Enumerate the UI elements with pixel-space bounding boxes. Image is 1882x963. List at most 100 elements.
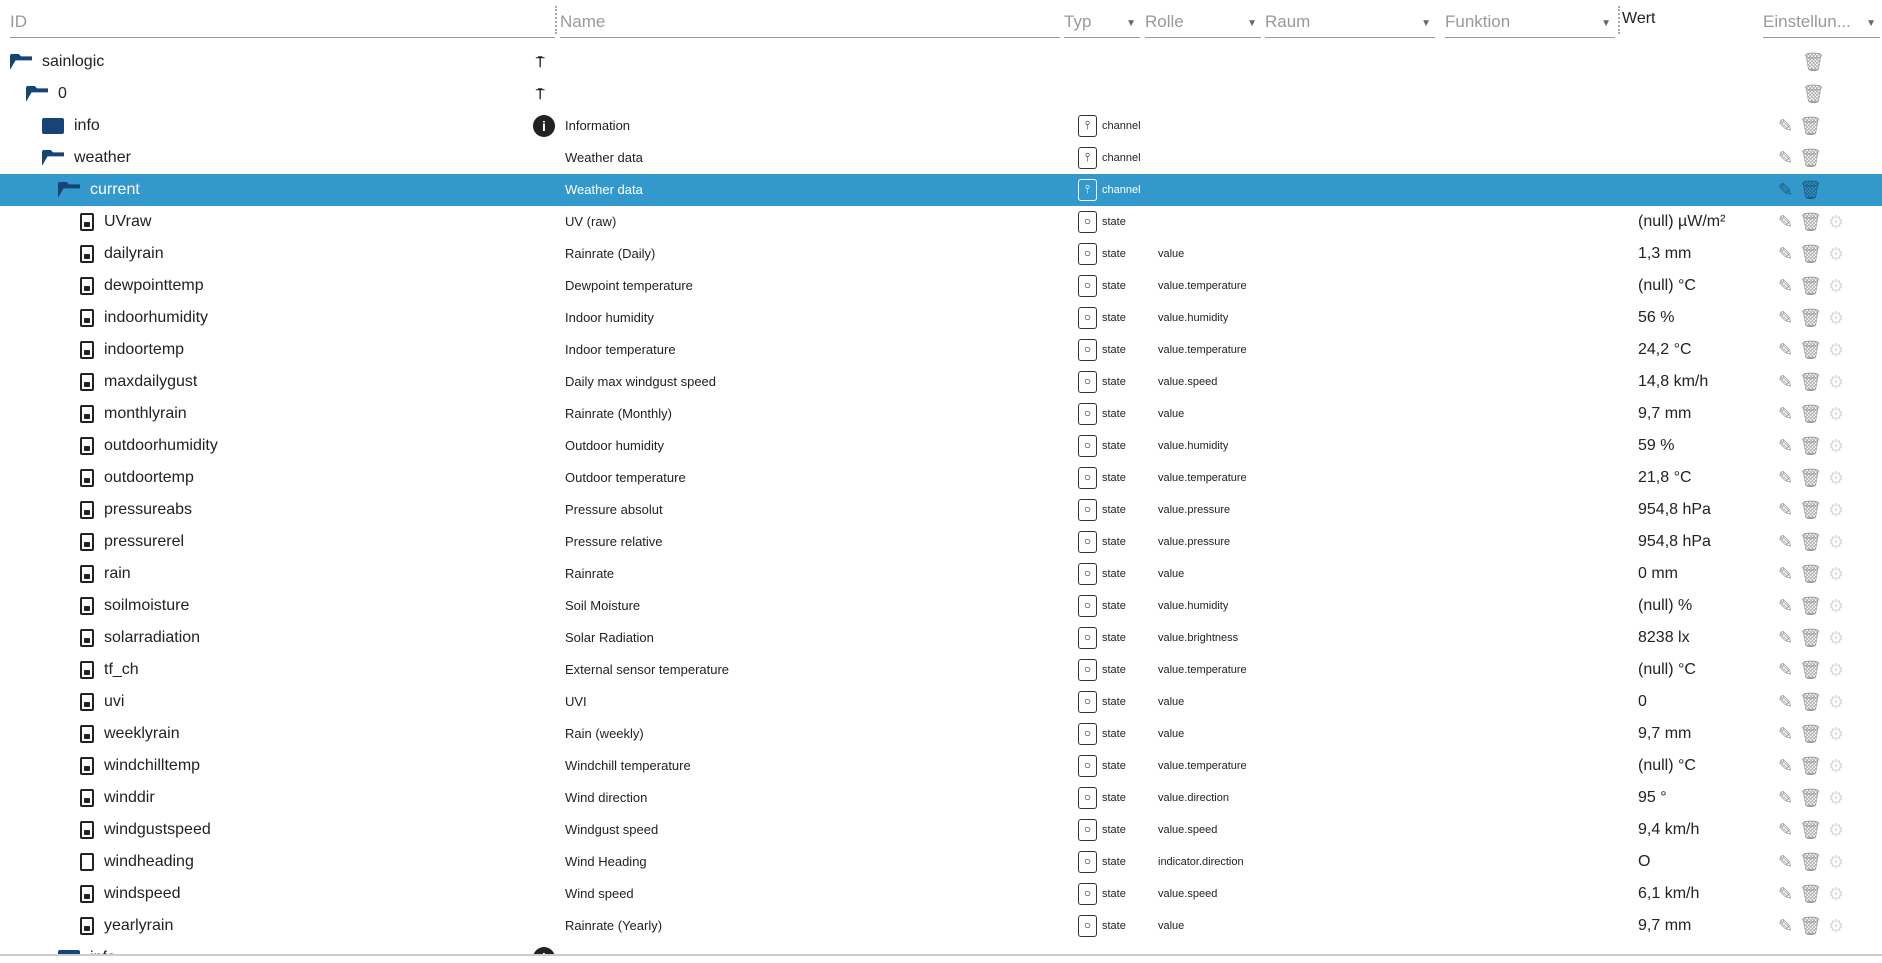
edit-pencil-icon[interactable]: ✎: [1778, 814, 1793, 846]
folder-open-icon[interactable]: [10, 54, 32, 70]
object-value[interactable]: 14,8 km/h: [1638, 366, 1708, 398]
state-row[interactable]: outdoortemp Outdoor temperature ○ state v…: [0, 462, 1882, 494]
delete-trash-icon[interactable]: 🗑: [1799, 142, 1822, 174]
state-row[interactable]: UVraw UV (raw) ○ state (null) µW/m² ✎ 🗑 ⚙: [0, 206, 1882, 238]
state-row[interactable]: dailyrain Rainrate (Daily) ○ state value …: [0, 238, 1882, 270]
gear-icon[interactable]: ⚙: [1828, 622, 1844, 654]
gear-icon[interactable]: ⚙: [1828, 526, 1844, 558]
delete-trash-icon[interactable]: 🗑: [1799, 270, 1822, 302]
tree-row-info[interactable]: info i Information ⫯ channel ✎ 🗑: [0, 110, 1882, 142]
folder-open-icon[interactable]: [26, 86, 48, 102]
object-value[interactable]: (null) µW/m²: [1638, 206, 1725, 238]
state-row[interactable]: windheading Wind Heading ○ state indicato…: [0, 846, 1882, 878]
delete-trash-icon[interactable]: 🗑: [1799, 654, 1822, 686]
delete-trash-icon[interactable]: 🗑: [1799, 846, 1822, 878]
gear-icon[interactable]: ⚙: [1828, 334, 1844, 366]
state-row[interactable]: indoorhumidity Indoor humidity ○ state va…: [0, 302, 1882, 334]
delete-trash-icon[interactable]: 🗑: [1799, 206, 1822, 238]
state-row[interactable]: rain Rainrate ○ state value 0 mm ✎ 🗑 ⚙: [0, 558, 1882, 590]
state-row[interactable]: windchilltemp Windchill temperature ○ sta…: [0, 750, 1882, 782]
edit-pencil-icon[interactable]: ✎: [1778, 686, 1793, 718]
edit-pencil-icon[interactable]: ✎: [1778, 238, 1793, 270]
object-value[interactable]: 9,7 mm: [1638, 910, 1691, 942]
delete-trash-icon[interactable]: 🗑: [1799, 526, 1822, 558]
delete-trash-icon[interactable]: 🗑: [1799, 590, 1822, 622]
funktion-filter-select[interactable]: Funktion ▼: [1445, 8, 1615, 38]
delete-trash-icon[interactable]: 🗑: [1799, 814, 1822, 846]
object-value[interactable]: 9,4 km/h: [1638, 814, 1699, 846]
state-row[interactable]: windspeed Wind speed ○ state value.speed …: [0, 878, 1882, 910]
tree-row-weather[interactable]: weather Weather data ⫯ channel ✎ 🗑: [0, 142, 1882, 174]
delete-trash-icon[interactable]: 🗑: [1799, 238, 1822, 270]
state-row[interactable]: uvi UVI ○ state value 0 ✎ 🗑 ⚙: [0, 686, 1882, 718]
delete-trash-icon[interactable]: 🗑: [1802, 46, 1825, 78]
state-row[interactable]: winddir Wind direction ○ state value.dire…: [0, 782, 1882, 814]
delete-trash-icon[interactable]: 🗑: [1799, 366, 1822, 398]
delete-trash-icon[interactable]: 🗑: [1799, 910, 1822, 942]
delete-trash-icon[interactable]: 🗑: [1802, 78, 1825, 110]
settings-filter-select[interactable]: Einstellun... ▼: [1763, 8, 1880, 38]
gear-icon[interactable]: ⚙: [1828, 366, 1844, 398]
gear-icon[interactable]: ⚙: [1828, 398, 1844, 430]
state-row[interactable]: dewpointtemp Dewpoint temperature ○ state…: [0, 270, 1882, 302]
edit-pencil-icon[interactable]: ✎: [1778, 366, 1793, 398]
edit-pencil-icon[interactable]: ✎: [1778, 558, 1793, 590]
state-row[interactable]: pressureabs Pressure absolut ○ state valu…: [0, 494, 1882, 526]
edit-pencil-icon[interactable]: ✎: [1778, 398, 1793, 430]
edit-pencil-icon[interactable]: ✎: [1778, 174, 1793, 206]
folder-open-icon[interactable]: [42, 150, 64, 166]
object-value[interactable]: 8238 lx: [1638, 622, 1690, 654]
state-row[interactable]: yearlyrain Rainrate (Yearly) ○ state valu…: [0, 910, 1882, 942]
gear-icon[interactable]: ⚙: [1828, 686, 1844, 718]
state-row[interactable]: pressurerel Pressure relative ○ state val…: [0, 526, 1882, 558]
edit-pencil-icon[interactable]: ✎: [1778, 270, 1793, 302]
edit-pencil-icon[interactable]: ✎: [1778, 590, 1793, 622]
edit-pencil-icon[interactable]: ✎: [1778, 622, 1793, 654]
state-row[interactable]: solarradiation Solar Radiation ○ state va…: [0, 622, 1882, 654]
delete-trash-icon[interactable]: 🗑: [1799, 718, 1822, 750]
state-row[interactable]: weeklyrain Rain (weekly) ○ state value 9,…: [0, 718, 1882, 750]
gear-icon[interactable]: ⚙: [1828, 718, 1844, 750]
delete-trash-icon[interactable]: 🗑: [1799, 494, 1822, 526]
object-value[interactable]: 954,8 hPa: [1638, 494, 1711, 526]
gear-icon[interactable]: ⚙: [1828, 206, 1844, 238]
object-value[interactable]: (null) °C: [1638, 270, 1696, 302]
state-row[interactable]: windgustspeed Windgust speed ○ state valu…: [0, 814, 1882, 846]
delete-trash-icon[interactable]: 🗑: [1799, 302, 1822, 334]
delete-trash-icon[interactable]: 🗑: [1799, 622, 1822, 654]
gear-icon[interactable]: ⚙: [1828, 430, 1844, 462]
gear-icon[interactable]: ⚙: [1828, 782, 1844, 814]
object-value[interactable]: 95 °: [1638, 782, 1667, 814]
delete-trash-icon[interactable]: 🗑: [1799, 558, 1822, 590]
gear-icon[interactable]: ⚙: [1828, 814, 1844, 846]
folder-open-icon[interactable]: [58, 182, 80, 198]
folder-icon[interactable]: [58, 950, 80, 954]
name-filter-input[interactable]: Name: [560, 8, 1060, 38]
object-value[interactable]: 954,8 hPa: [1638, 526, 1711, 558]
object-value[interactable]: 6,1 km/h: [1638, 878, 1699, 910]
gear-icon[interactable]: ⚙: [1828, 878, 1844, 910]
id-filter-input[interactable]: ID: [10, 8, 555, 38]
gear-icon[interactable]: ⚙: [1828, 238, 1844, 270]
object-value[interactable]: 9,7 mm: [1638, 398, 1691, 430]
delete-trash-icon[interactable]: 🗑: [1799, 398, 1822, 430]
edit-pencil-icon[interactable]: ✎: [1778, 206, 1793, 238]
edit-pencil-icon[interactable]: ✎: [1778, 750, 1793, 782]
edit-pencil-icon[interactable]: ✎: [1778, 718, 1793, 750]
gear-icon[interactable]: ⚙: [1828, 494, 1844, 526]
edit-pencil-icon[interactable]: ✎: [1778, 302, 1793, 334]
tree-row-current[interactable]: current Weather data ⫯ channel ✎ 🗑: [0, 174, 1882, 206]
gear-icon[interactable]: ⚙: [1828, 302, 1844, 334]
gear-icon[interactable]: ⚙: [1828, 654, 1844, 686]
delete-trash-icon[interactable]: 🗑: [1799, 174, 1822, 206]
delete-trash-icon[interactable]: 🗑: [1799, 430, 1822, 462]
tree-row-info-partial[interactable]: info i: [0, 942, 1882, 954]
column-resize-handle[interactable]: [555, 6, 557, 34]
edit-pencil-icon[interactable]: ✎: [1778, 782, 1793, 814]
rolle-filter-select[interactable]: Rolle ▼: [1145, 8, 1261, 38]
gear-icon[interactable]: ⚙: [1828, 558, 1844, 590]
gear-icon[interactable]: ⚙: [1828, 590, 1844, 622]
raum-filter-select[interactable]: Raum ▼: [1265, 8, 1435, 38]
state-row[interactable]: soilmoisture Soil Moisture ○ state value.…: [0, 590, 1882, 622]
object-value[interactable]: 0: [1638, 686, 1647, 718]
